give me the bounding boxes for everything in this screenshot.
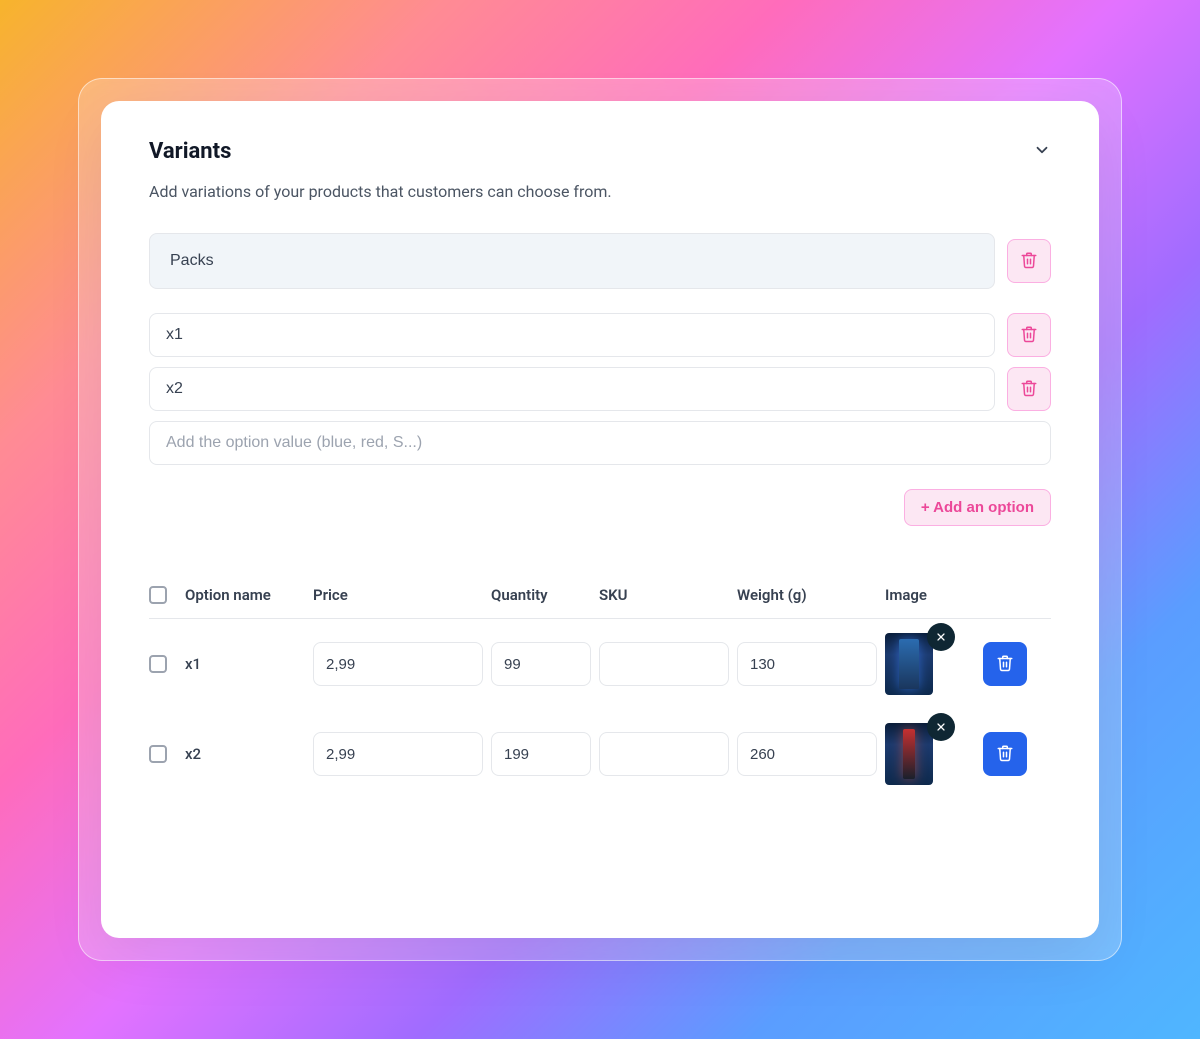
remove-image-button[interactable]	[927, 713, 955, 741]
delete-value-button[interactable]	[1007, 313, 1051, 357]
remove-image-button[interactable]	[927, 623, 955, 651]
weight-input[interactable]	[737, 642, 877, 686]
col-option-name: Option name	[185, 586, 305, 604]
delete-variant-button[interactable]	[983, 642, 1027, 686]
col-quantity: Quantity	[491, 586, 591, 604]
quantity-input[interactable]	[491, 732, 591, 776]
price-input[interactable]	[313, 732, 483, 776]
section-subtitle: Add variations of your products that cus…	[149, 182, 1051, 201]
close-icon	[935, 718, 947, 737]
sku-input[interactable]	[599, 642, 729, 686]
close-icon	[935, 628, 947, 647]
option-value-input[interactable]	[149, 313, 995, 357]
trash-icon	[1020, 251, 1038, 272]
col-weight: Weight (g)	[737, 586, 877, 604]
image-thumbnail	[885, 723, 933, 785]
section-title: Variants	[149, 139, 231, 164]
col-sku: SKU	[599, 586, 729, 604]
variant-row: x1	[149, 619, 1051, 709]
sku-input[interactable]	[599, 732, 729, 776]
col-price: Price	[313, 586, 483, 604]
select-all-checkbox[interactable]	[149, 586, 167, 604]
add-option-button[interactable]: + Add an option	[904, 489, 1051, 526]
chevron-down-icon[interactable]	[1033, 141, 1051, 163]
delete-variant-button[interactable]	[983, 732, 1027, 776]
weight-input[interactable]	[737, 732, 877, 776]
delete-option-button[interactable]	[1007, 239, 1051, 283]
modal-backdrop: Variants Add variations of your products…	[78, 78, 1122, 961]
trash-icon	[996, 654, 1014, 675]
image-thumbnail	[885, 633, 933, 695]
delete-value-button[interactable]	[1007, 367, 1051, 411]
trash-icon	[1020, 379, 1038, 400]
new-option-value-input[interactable]	[149, 421, 1051, 465]
variant-image[interactable]	[885, 633, 933, 695]
variant-row: x2	[149, 709, 1051, 799]
price-input[interactable]	[313, 642, 483, 686]
row-checkbox[interactable]	[149, 655, 167, 673]
trash-icon	[1020, 325, 1038, 346]
quantity-input[interactable]	[491, 642, 591, 686]
row-checkbox[interactable]	[149, 745, 167, 763]
option-name-input[interactable]	[149, 233, 995, 289]
variants-card: Variants Add variations of your products…	[101, 101, 1099, 938]
row-option-name: x1	[185, 655, 305, 673]
col-image: Image	[885, 586, 975, 604]
row-option-name: x2	[185, 745, 305, 763]
option-value-input[interactable]	[149, 367, 995, 411]
variants-table-header: Option name Price Quantity SKU Weight (g…	[149, 586, 1051, 619]
variant-image[interactable]	[885, 723, 933, 785]
trash-icon	[996, 744, 1014, 765]
